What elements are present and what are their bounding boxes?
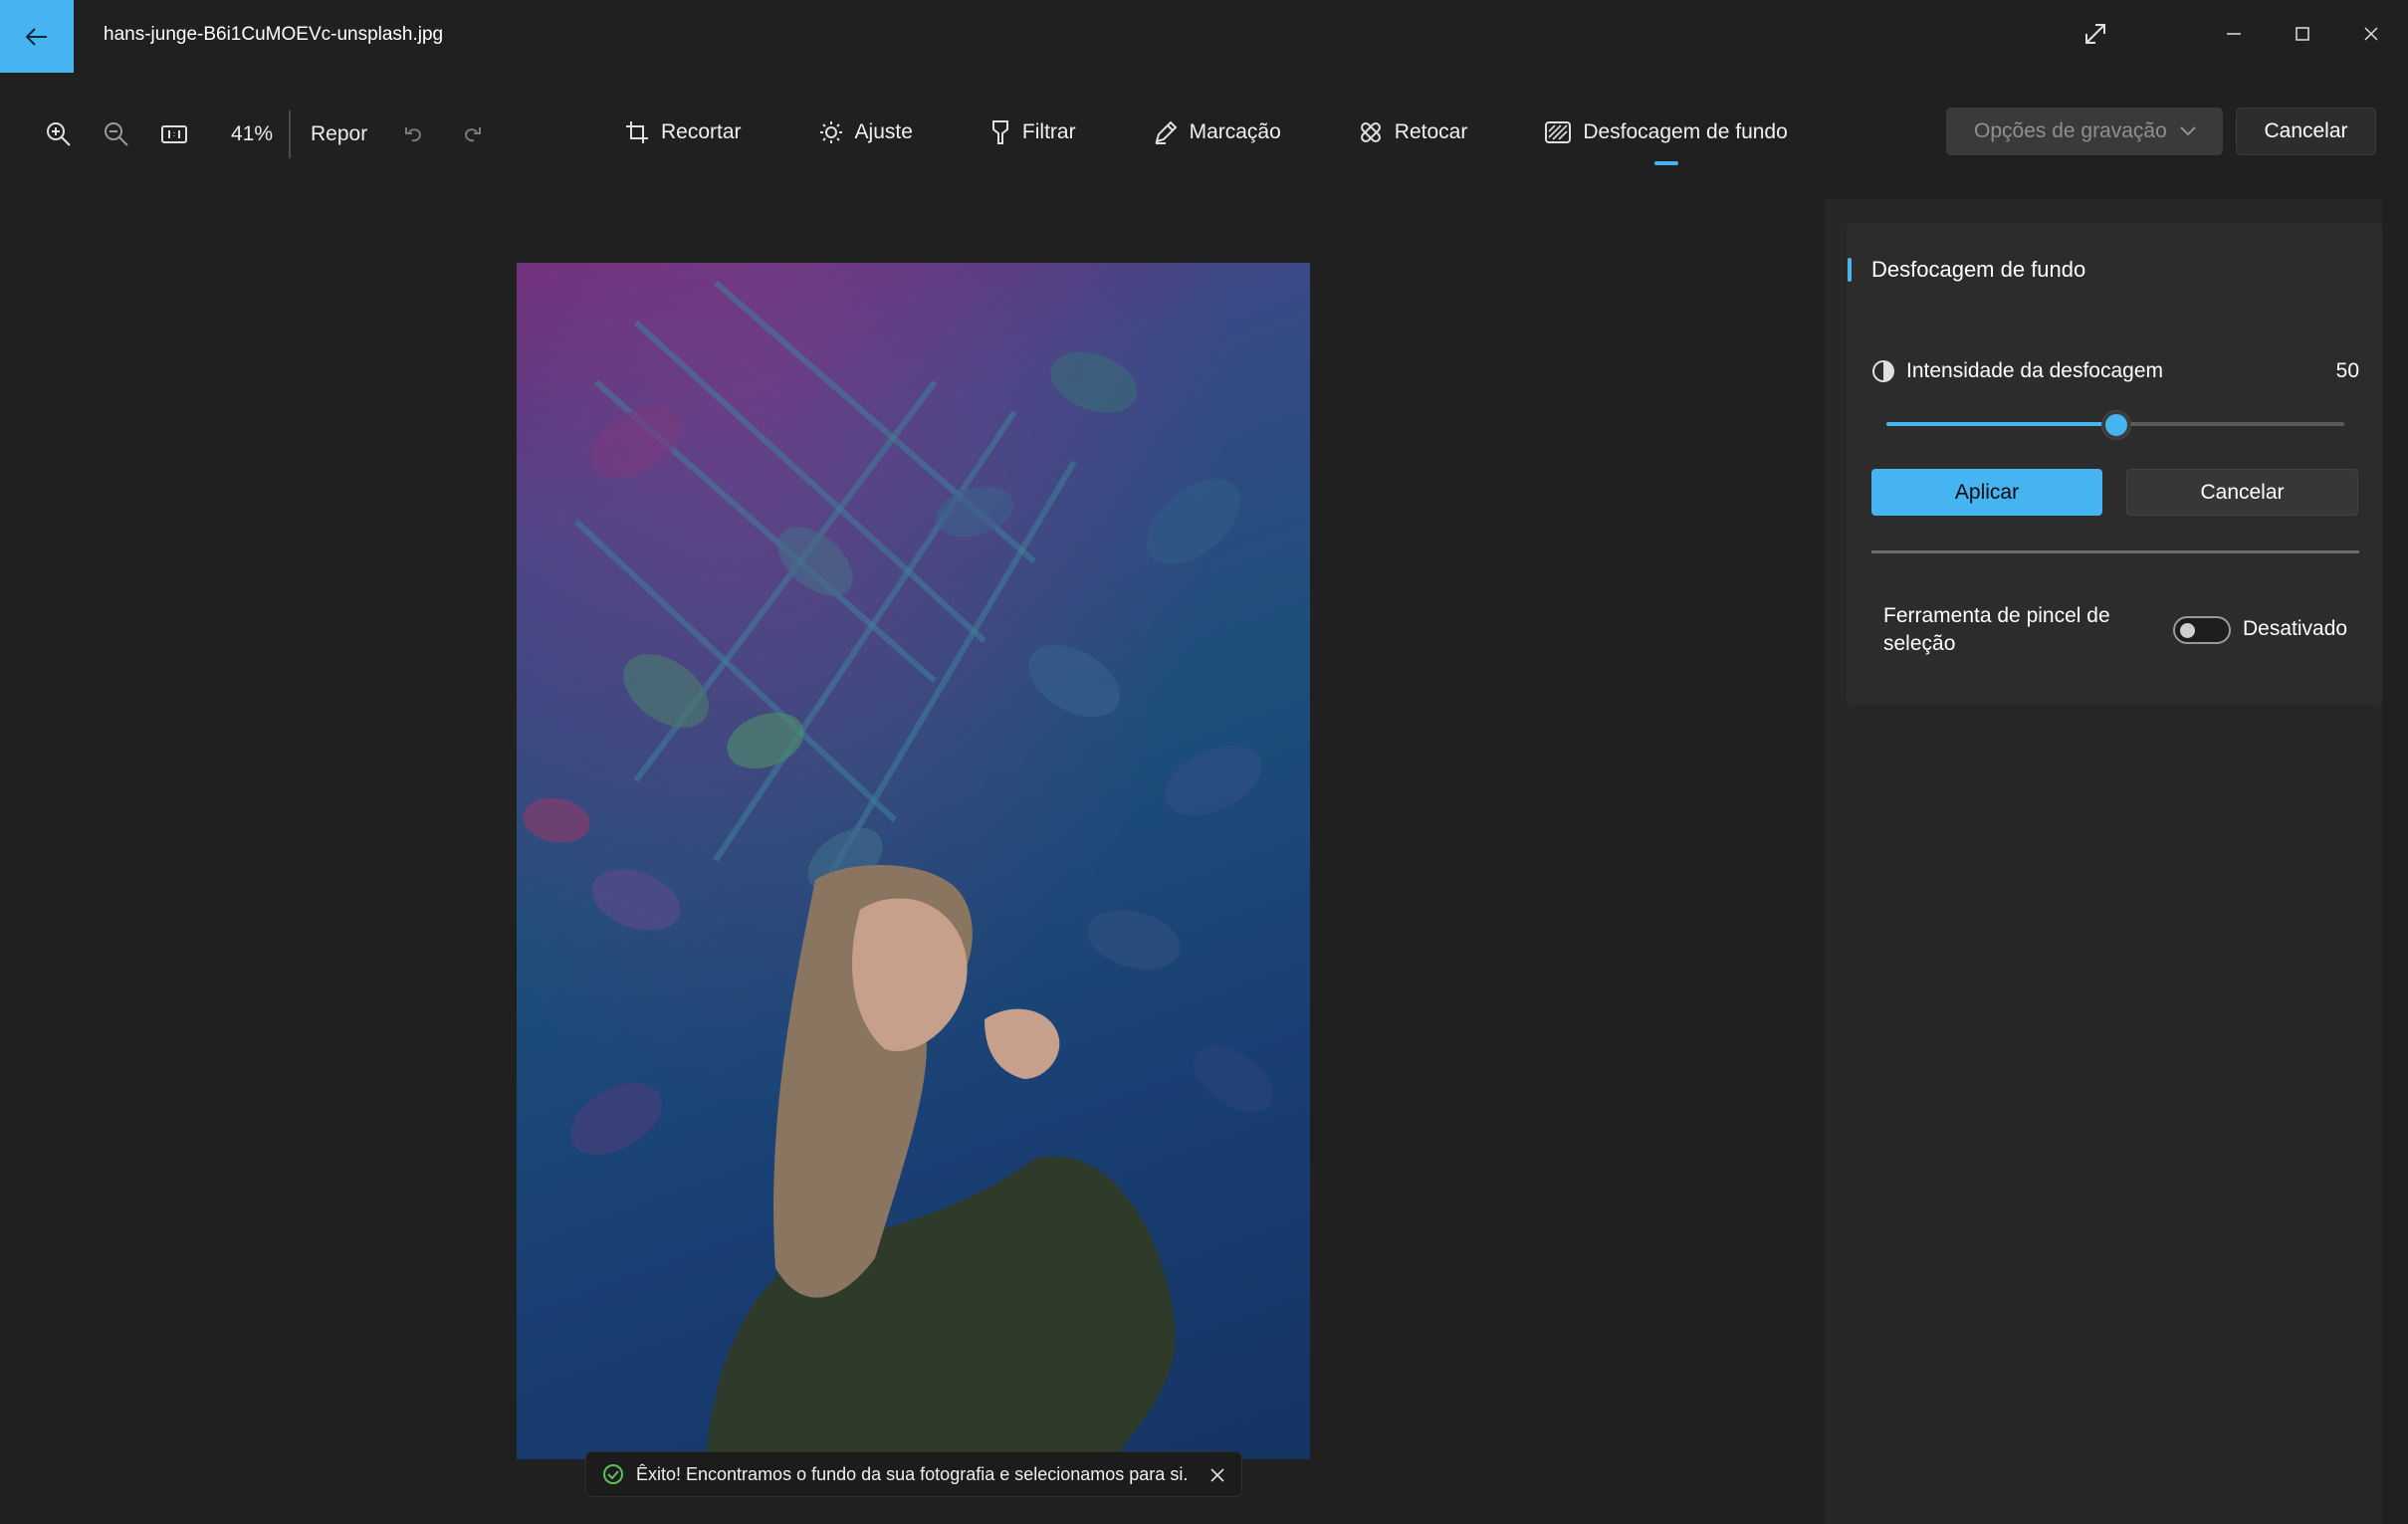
expand-icon: [2085, 24, 2105, 44]
blur-intensity-icon: [1872, 360, 1894, 382]
redo-icon: [465, 127, 482, 142]
blur-intensity-slider[interactable]: [1886, 410, 2344, 439]
zoom-in-icon: [47, 122, 71, 146]
tool-label: Desfocagem de fundo: [1583, 120, 1788, 143]
tool-label: Filtrar: [1021, 120, 1076, 143]
tool-retouch[interactable]: Retocar: [1359, 104, 1468, 161]
reset-button[interactable]: Repor: [311, 122, 367, 146]
actual-size-button[interactable]: [145, 106, 203, 163]
toast-message: Êxito! Encontramos o fundo da sua fotogr…: [636, 1463, 1189, 1484]
zoom-out-button[interactable]: [88, 106, 145, 163]
success-toast: Êxito! Encontramos o fundo da sua fotogr…: [585, 1451, 1242, 1497]
fullscreen-button[interactable]: [2076, 14, 2115, 54]
photo-image: [517, 263, 1310, 1459]
cancel-edit-button[interactable]: Cancelar: [2236, 108, 2376, 155]
redo-button[interactable]: [443, 106, 501, 163]
blur-intensity-value: 50: [2335, 359, 2359, 382]
undo-icon: [405, 127, 422, 142]
brightness-icon: [819, 121, 842, 143]
selection-brush-toggle[interactable]: [2173, 616, 2231, 644]
minimize-button[interactable]: [2214, 14, 2254, 54]
slider-thumb[interactable]: [2102, 411, 2130, 439]
title-bar: hans-junge-B6i1CuMOEVc-unsplash.jpg: [0, 0, 2408, 74]
file-name: hans-junge-B6i1CuMOEVc-unsplash.jpg: [104, 24, 444, 45]
tool-crop[interactable]: Recortar: [625, 104, 742, 161]
zoom-out-icon: [105, 122, 128, 146]
retouch-icon: [1360, 122, 1381, 142]
toast-close-button[interactable]: [1205, 1463, 1229, 1487]
photo-canvas[interactable]: [517, 263, 1310, 1459]
tool-label: Marcação: [1189, 120, 1281, 143]
toolbar-divider: [289, 110, 291, 158]
crop-icon: [626, 121, 648, 143]
toggle-knob: [2180, 623, 2195, 638]
pen-icon: [1155, 120, 1177, 144]
save-options-button[interactable]: Opções de gravação: [1946, 108, 2223, 155]
back-button[interactable]: [0, 0, 74, 73]
maximize-button[interactable]: [2283, 14, 2322, 54]
actual-size-icon: [161, 125, 187, 143]
view-toolbar: 41% Repor: [30, 104, 508, 165]
blur-intensity-label: Intensidade da desfocagem: [1906, 359, 2164, 382]
filter-icon: [991, 120, 1008, 144]
panel-divider: [1871, 550, 2359, 553]
tool-label: Recortar: [661, 120, 742, 143]
zoom-in-button[interactable]: [30, 106, 88, 163]
tool-filter[interactable]: Filtrar: [990, 104, 1076, 161]
tool-markup[interactable]: Marcação: [1154, 104, 1281, 161]
maximize-icon: [2296, 27, 2309, 41]
section-accent-bar: [1848, 258, 1852, 282]
panel-title: Desfocagem de fundo: [1871, 257, 2086, 282]
back-arrow-icon: [26, 27, 47, 46]
tool-label: Ajuste: [854, 120, 913, 143]
close-icon: [2364, 27, 2378, 41]
minimize-icon: [2227, 33, 2241, 35]
chevron-down-icon: [2180, 126, 2196, 136]
undo-button[interactable]: [385, 106, 443, 163]
tool-background-blur[interactable]: Desfocagem de fundo: [1545, 104, 1788, 165]
save-options-label: Opções de gravação: [1974, 119, 2167, 142]
slider-fill: [1886, 422, 2115, 426]
check-circle-icon: [603, 1464, 623, 1484]
toggle-state-label: Desativado: [2243, 617, 2348, 640]
close-icon: [1210, 1468, 1224, 1482]
apply-button[interactable]: Aplicar: [1871, 469, 2102, 516]
background-blur-icon: [1545, 121, 1572, 143]
zoom-level: 41%: [230, 122, 273, 145]
tool-adjust[interactable]: Ajuste: [819, 104, 913, 161]
edit-tools-bar: Recortar Ajuste Filtrar Marcação Retocar…: [625, 104, 1788, 165]
tool-label: Retocar: [1394, 120, 1468, 143]
close-window-button[interactable]: [2351, 14, 2391, 54]
selection-brush-label: Ferramenta de pincel de seleção: [1883, 604, 2110, 655]
cancel-button[interactable]: Cancelar: [2126, 469, 2358, 516]
active-tool-indicator: [1654, 161, 1679, 165]
